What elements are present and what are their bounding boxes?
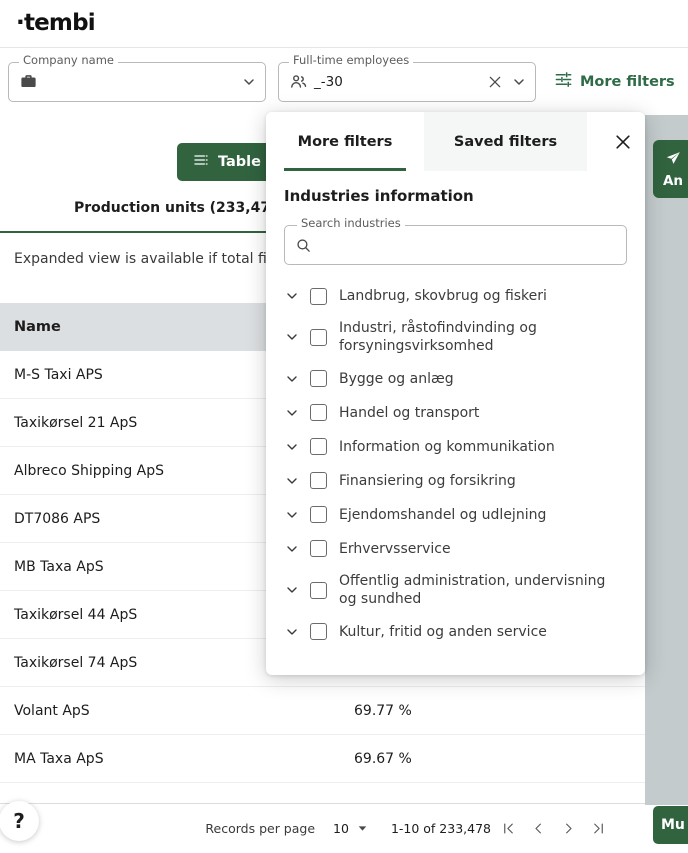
industry-label: Information og kommunikation — [339, 438, 555, 455]
chevron-down-icon[interactable] — [280, 624, 304, 640]
chevron-down-icon[interactable] — [280, 582, 304, 598]
industry-label: Bygge og anlæg — [339, 370, 454, 387]
tab-more-filters-label: More filters — [297, 133, 393, 150]
filter-bar: Company name Full-time employees _-30 Mo… — [0, 48, 688, 115]
industry-label: Handel og transport — [339, 404, 480, 421]
table-row[interactable]: Volant ApS 69.77 % — [0, 687, 688, 735]
industry-label: Kultur, fritid og anden service — [339, 623, 547, 640]
industry-checkbox[interactable] — [310, 370, 327, 388]
analyze-share-button[interactable]: An — [653, 140, 688, 198]
app-root: ·tembi Company name Full-time employees … — [0, 0, 688, 853]
multi-select-label: Mu — [661, 817, 685, 833]
fulltime-employees-legend: Full-time employees — [289, 54, 414, 66]
tab-more-filters[interactable]: More filters — [266, 112, 424, 171]
share-icon — [665, 150, 682, 171]
industry-checkbox[interactable] — [310, 472, 327, 490]
industries-section-title: Industries information — [284, 187, 474, 205]
more-filters-label: More filters — [580, 73, 675, 90]
list-icon — [193, 152, 209, 172]
chevron-down-icon[interactable] — [280, 541, 304, 557]
analyze-share-label: An — [662, 172, 684, 189]
expanded-view-hint-text: Expanded view is available if total filt — [14, 251, 277, 267]
close-icon[interactable] — [487, 74, 503, 90]
industry-label: Ejendomshandel og udlejning — [339, 506, 547, 523]
industry-checkbox[interactable] — [310, 404, 327, 422]
chevron-down-icon[interactable] — [280, 329, 304, 345]
filter-sliders-icon — [554, 70, 573, 93]
industry-checkbox[interactable] — [310, 328, 327, 346]
popover-tabs: More filters Saved filters — [266, 112, 645, 171]
company-name-legend: Company name — [19, 54, 118, 66]
right-side-panel-strip — [645, 115, 688, 805]
cell-company-name: MA Taxa ApS — [14, 750, 104, 767]
chevron-right-icon[interactable] — [555, 816, 581, 842]
tab-saved-filters[interactable]: Saved filters — [424, 112, 587, 171]
close-icon[interactable] — [601, 112, 645, 171]
chevron-down-icon[interactable] — [280, 473, 304, 489]
industry-label: Finansiering og forsikring — [339, 472, 516, 489]
industry-item[interactable]: Erhvervsservice — [266, 532, 645, 566]
cell-percentage: 69.67 % — [354, 750, 412, 767]
chevron-down-icon[interactable] — [280, 439, 304, 455]
industry-checkbox[interactable] — [310, 287, 327, 305]
industry-label: Erhvervsservice — [339, 540, 451, 557]
industry-label: Landbrug, skovbrug og fiskeri — [339, 287, 547, 304]
industry-checkbox[interactable] — [310, 623, 327, 641]
industry-checkbox[interactable] — [310, 506, 327, 524]
top-bar: ·tembi — [0, 0, 688, 48]
cell-percentage: 69.77 % — [354, 702, 412, 719]
chevron-down-icon[interactable] — [280, 371, 304, 387]
fulltime-employees-filter[interactable]: Full-time employees _-30 — [278, 54, 536, 102]
pagination-range: 1-10 of 233,478 — [390, 821, 491, 836]
tab-production-units[interactable]: Production units (233,478) — [74, 200, 286, 216]
help-button[interactable]: ? — [0, 801, 39, 841]
multi-select-button[interactable]: Mu — [653, 806, 688, 844]
fulltime-employees-value: _-30 — [314, 73, 343, 90]
more-filters-popover: More filters Saved filters Industries in… — [266, 112, 645, 675]
industry-item[interactable]: Ejendomshandel og udlejning — [266, 498, 645, 532]
search-industries-legend: Search industries — [297, 217, 405, 230]
industry-label: Offentlig administration, undervisning o… — [339, 572, 606, 608]
search-icon — [295, 237, 312, 254]
more-filters-button[interactable]: More filters — [554, 70, 675, 93]
industry-checkbox[interactable] — [310, 438, 327, 456]
industry-item[interactable]: Landbrug, skovbrug og fiskeri — [266, 279, 645, 313]
chevron-left-icon[interactable] — [525, 816, 551, 842]
search-industries-field[interactable]: Search industries — [284, 217, 627, 265]
cell-company-name: Volant ApS — [14, 702, 90, 719]
industries-list: Landbrug, skovbrug og fiskeri Industri, r… — [266, 279, 645, 675]
records-per-page-value[interactable]: 10 — [333, 821, 349, 836]
paginator: Records per page 10 1-10 of 233,478 — [0, 803, 645, 853]
chevron-down-icon[interactable] — [280, 507, 304, 523]
chevron-down-icon[interactable] — [280, 288, 304, 304]
industry-item[interactable]: Handel og transport — [266, 396, 645, 430]
search-industries-input[interactable] — [321, 237, 616, 253]
industry-item[interactable]: Offentlig administration, undervisning o… — [266, 566, 645, 615]
industry-item[interactable]: Kultur, fritid og anden service — [266, 615, 645, 649]
industry-item[interactable]: Finansiering og forsikring — [266, 464, 645, 498]
chevron-down-icon[interactable] — [280, 405, 304, 421]
app-logo[interactable]: ·tembi — [16, 10, 96, 36]
help-label: ? — [13, 809, 25, 833]
industry-item[interactable]: Information og kommunikation — [266, 430, 645, 464]
briefcase-icon — [19, 72, 38, 91]
chevron-down-icon[interactable] — [241, 74, 257, 90]
industry-item[interactable]: Industri, råstofindvinding og forsynings… — [266, 313, 645, 362]
chevron-down-icon[interactable] — [511, 74, 527, 90]
company-name-filter[interactable]: Company name — [8, 54, 266, 102]
first-page-icon[interactable] — [495, 816, 521, 842]
industry-item[interactable]: Bygge og anlæg — [266, 362, 645, 396]
industry-checkbox[interactable] — [310, 540, 327, 558]
logo-text: tembi — [23, 10, 96, 36]
last-page-icon[interactable] — [585, 816, 611, 842]
tab-saved-filters-label: Saved filters — [453, 133, 558, 150]
industry-label: Industri, råstofindvinding og forsynings… — [339, 320, 537, 355]
industry-checkbox[interactable] — [310, 581, 327, 599]
table-row[interactable]: MA Taxa ApS 69.67 % — [0, 735, 688, 783]
chevron-down-icon[interactable] — [356, 822, 369, 835]
column-header-name[interactable]: Name — [14, 319, 61, 335]
people-icon — [289, 72, 308, 91]
records-per-page-label: Records per page — [205, 821, 316, 836]
